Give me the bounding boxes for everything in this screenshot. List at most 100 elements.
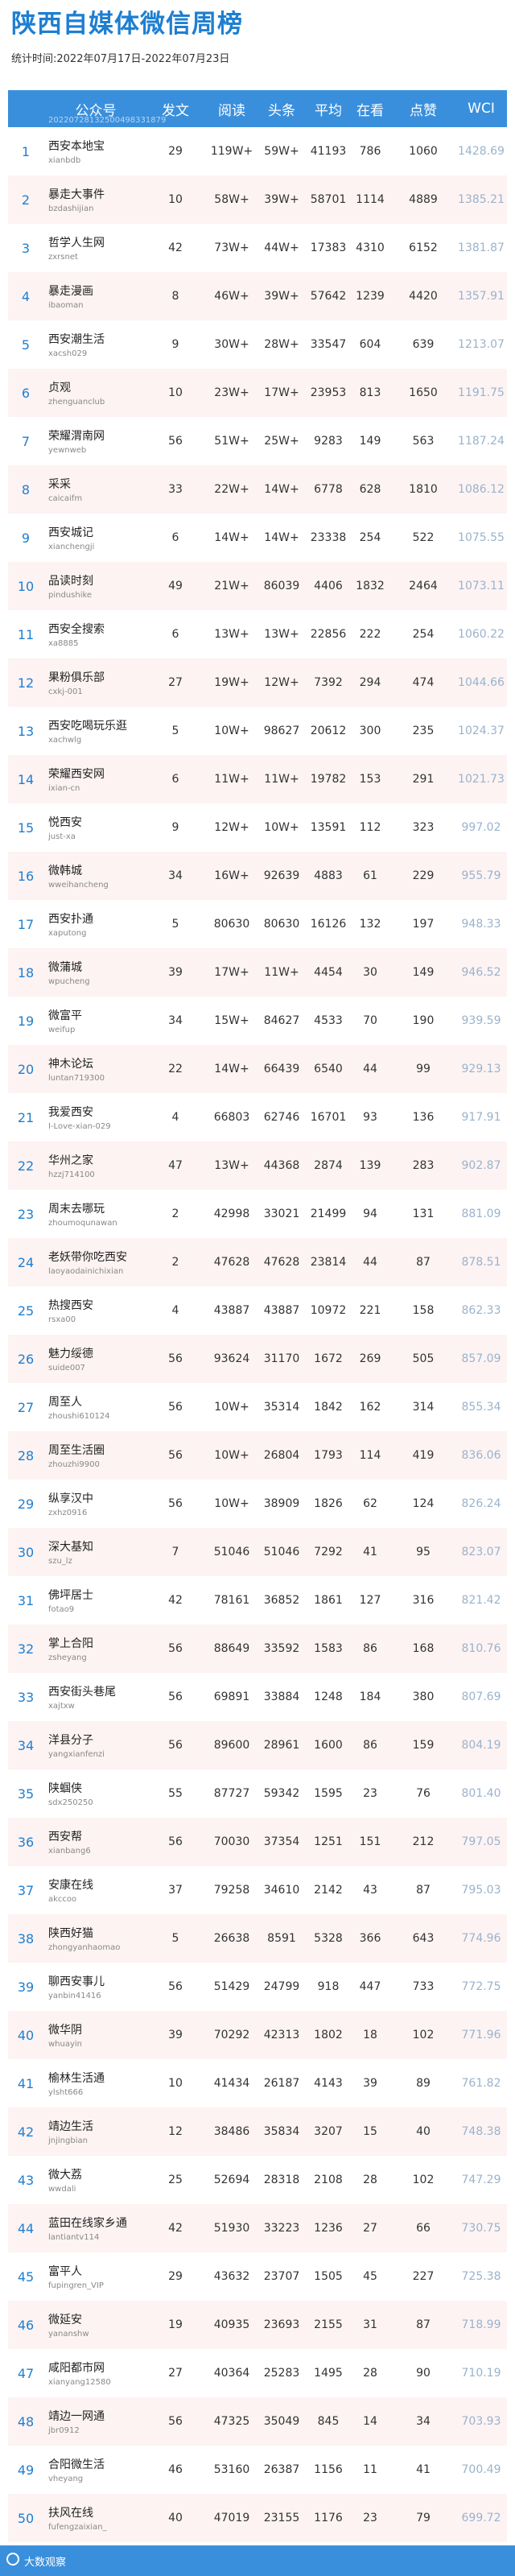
watching-count: 23 xyxy=(363,2512,377,2524)
reads-count: 51046 xyxy=(213,1546,250,1558)
likes-count: 227 xyxy=(412,2270,435,2283)
headline-reads: 23707 xyxy=(263,2270,300,2283)
average-reads: 2108 xyxy=(314,2174,343,2186)
reads-count: 10W+ xyxy=(214,1401,249,1414)
wci-score: 810.76 xyxy=(461,1642,501,1655)
brand-logo-icon xyxy=(6,2553,19,2566)
account-name: 微延安 xyxy=(48,2314,82,2326)
headline-reads: 98627 xyxy=(263,724,300,737)
articles-count: 10 xyxy=(168,386,183,399)
wci-score: 700.49 xyxy=(461,2463,501,2476)
footer-bar: 大数观察 xyxy=(0,2545,515,2576)
rank-number: 4 xyxy=(21,288,31,304)
account-name: 品读时刻 xyxy=(48,575,93,588)
average-reads: 23338 xyxy=(310,531,347,544)
rank-number: 15 xyxy=(17,819,35,836)
average-reads: 2874 xyxy=(314,1159,343,1172)
account-cell: 西安潮生活 xacsh029 xyxy=(48,320,143,369)
wci-score: 804.19 xyxy=(461,1739,501,1752)
average-reads: 57642 xyxy=(310,290,347,303)
reads-count: 40935 xyxy=(213,2318,250,2331)
account-id: wpucheng xyxy=(48,977,90,986)
wci-score: 1075.55 xyxy=(458,531,505,544)
account-id: hzzj714100 xyxy=(48,1170,95,1179)
average-reads: 3207 xyxy=(314,2125,343,2138)
account-name: 西安帮 xyxy=(48,1831,82,1843)
rank-number: 23 xyxy=(17,1206,35,1222)
wci-score: 857.09 xyxy=(461,1352,501,1365)
watching-count: 15 xyxy=(363,2125,377,2138)
articles-count: 55 xyxy=(168,1787,183,1800)
watching-count: 31 xyxy=(363,2318,377,2331)
headline-reads: 10W+ xyxy=(264,821,299,834)
headline-reads: 11W+ xyxy=(264,773,299,786)
articles-count: 47 xyxy=(168,1159,183,1172)
reads-count: 38486 xyxy=(213,2125,250,2138)
watching-count: 112 xyxy=(359,821,381,834)
table-row: 47 咸阳都市网 xianyang12580 27 40364 25283 1495 28 90… xyxy=(8,2349,507,2397)
rank-number: 14 xyxy=(17,771,35,787)
rank-number: 48 xyxy=(17,2413,35,2429)
likes-count: 87 xyxy=(416,2318,431,2331)
account-name: 微大荔 xyxy=(48,2169,82,2182)
statistics-period: 统计时间:2022年07月17日-2022年07月23日 xyxy=(11,53,230,65)
likes-count: 291 xyxy=(412,773,435,786)
articles-count: 46 xyxy=(168,2463,183,2476)
headline-reads: 28W+ xyxy=(264,338,299,351)
reads-count: 58W+ xyxy=(214,193,249,206)
table-row: 28 周至生活圈 zhouzhi9900 56 10W+ 26804 1793 114 419 8… xyxy=(8,1431,507,1480)
table-row: 5 西安潮生活 xacsh029 9 30W+ 28W+ 33547 604 639 1213.0… xyxy=(8,320,507,369)
average-reads: 1600 xyxy=(314,1739,343,1752)
headline-reads: 59W+ xyxy=(264,145,299,158)
account-cell: 悦西安 just-xa xyxy=(48,803,143,852)
headline-reads: 14W+ xyxy=(264,483,299,496)
wci-score: 862.33 xyxy=(461,1304,501,1317)
articles-count: 10 xyxy=(168,193,183,206)
header-sub-code: 20220728132500498331879 xyxy=(48,116,167,125)
watching-count: 162 xyxy=(359,1401,381,1414)
account-id: jbr0912 xyxy=(48,2426,80,2435)
account-name: 富平人 xyxy=(48,2265,82,2278)
account-cell: 品读时刻 pindushike xyxy=(48,562,143,610)
average-reads: 20612 xyxy=(310,724,347,737)
wci-score: 939.59 xyxy=(461,1014,501,1027)
watching-count: 1239 xyxy=(356,290,385,303)
articles-count: 9 xyxy=(171,821,179,834)
rank-number: 2 xyxy=(21,192,31,208)
account-id: fotao9 xyxy=(48,1605,75,1614)
rank-number: 50 xyxy=(17,2510,35,2526)
likes-count: 733 xyxy=(412,1980,435,1993)
watching-count: 269 xyxy=(359,1352,381,1365)
table-row: 13 西安吃喝玩乐逛 xachwlg 5 10W+ 98627 20612 300 235 102… xyxy=(8,707,507,755)
likes-count: 87 xyxy=(416,1256,431,1269)
watching-count: 45 xyxy=(363,2270,377,2283)
account-cell: 周末去哪玩 zhoumoqunawan xyxy=(48,1190,143,1238)
account-name: 扶风在线 xyxy=(48,2507,93,2520)
average-reads: 845 xyxy=(317,2415,340,2428)
account-cell: 洋县分子 yangxianfenzi xyxy=(48,1721,143,1769)
reads-count: 10W+ xyxy=(214,1449,249,1462)
rank-number: 29 xyxy=(17,1496,35,1512)
headline-reads: 28961 xyxy=(263,1739,300,1752)
account-name: 陕西好猫 xyxy=(48,1927,93,1940)
watching-count: 70 xyxy=(363,1014,377,1027)
account-cell: 微华阴 whuayin xyxy=(48,2011,143,2059)
ranking-table: 公众号 发文 阅读 头条 平均 在看 点赞 WCI 20220728132500… xyxy=(8,90,507,2542)
reads-count: 93624 xyxy=(213,1352,250,1365)
table-row: 12 果粉俱乐部 cxkj-001 27 19W+ 12W+ 7392 294 474 1044.… xyxy=(8,658,507,707)
account-name: 西安潮生活 xyxy=(48,333,105,346)
account-id: weifup xyxy=(48,1026,76,1034)
average-reads: 6778 xyxy=(314,483,343,496)
wci-score: 703.93 xyxy=(461,2415,501,2428)
watching-count: 300 xyxy=(359,724,381,737)
account-cell: 蓝田在线家乡通 lantiantv114 xyxy=(48,2204,143,2252)
wci-score: 699.72 xyxy=(461,2512,501,2524)
watching-count: 786 xyxy=(359,145,381,158)
articles-count: 25 xyxy=(168,2174,183,2186)
account-cell: 我爱西安 I-Love-xian-029 xyxy=(48,1093,143,1141)
rank-number: 11 xyxy=(17,626,35,642)
page-title: 陕西自媒体微信周榜 xyxy=(11,10,243,39)
table-row: 2 暴走大事件 bzdashijian 10 58W+ 39W+ 58701 1114 4889… xyxy=(8,175,507,224)
rank-number: 5 xyxy=(21,336,31,353)
headline-reads: 44368 xyxy=(263,1159,300,1172)
